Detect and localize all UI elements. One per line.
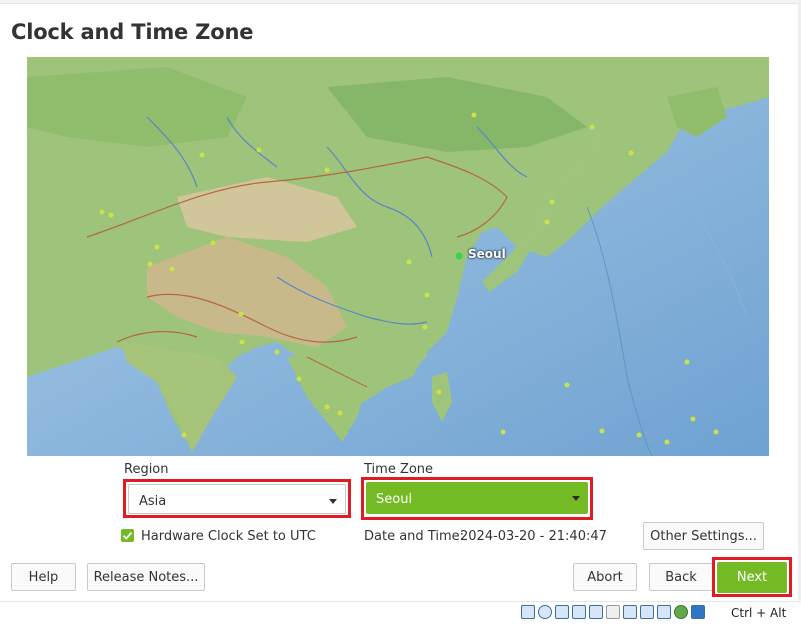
abort-button[interactable]: Abort (573, 563, 637, 591)
video-capture-icon[interactable] (640, 605, 654, 619)
chevron-down-icon (572, 496, 580, 501)
shared-folder-icon[interactable] (606, 605, 620, 619)
next-button[interactable]: Next (717, 562, 787, 593)
abort-button-label: Abort (587, 570, 623, 585)
date-time-label: Date and Time: (364, 529, 464, 544)
network-icon[interactable] (572, 605, 586, 619)
region-label: Region (124, 462, 169, 477)
hardware-clock-label[interactable]: Hardware Clock Set to UTC (141, 529, 316, 544)
release-notes-button[interactable]: Release Notes... (87, 563, 205, 591)
release-notes-button-label: Release Notes... (93, 570, 199, 585)
timezone-dropdown-value: Seoul (376, 492, 413, 507)
help-button[interactable]: Help (11, 563, 76, 591)
next-button-label: Next (736, 570, 768, 585)
map-image (27, 57, 769, 456)
back-button[interactable]: Back (649, 563, 713, 591)
region-dropdown-value: Asia (139, 494, 167, 509)
date-time-value: 2024-03-20 - 21:40:47 (460, 529, 607, 544)
cpu-icon[interactable] (674, 605, 688, 619)
recording-icon[interactable] (657, 605, 671, 619)
audio-icon[interactable] (555, 605, 569, 619)
window-top-edge (0, 0, 801, 4)
selected-city-label: Seoul (468, 247, 506, 261)
chevron-down-icon (329, 499, 337, 504)
optical-drive-icon[interactable] (538, 605, 552, 619)
vm-status-icons (521, 605, 705, 621)
help-button-label: Help (28, 570, 59, 585)
timezone-map[interactable]: Seoul (27, 57, 769, 456)
hard-disk-icon[interactable] (521, 605, 535, 619)
checkmark-icon (122, 531, 133, 540)
mouse-integration-icon[interactable] (691, 605, 705, 619)
other-settings-button[interactable]: Other Settings... (643, 522, 764, 550)
timezone-dropdown[interactable]: Seoul (366, 482, 588, 514)
display-icon[interactable] (623, 605, 637, 619)
back-button-label: Back (665, 570, 697, 585)
region-dropdown[interactable]: Asia (128, 484, 346, 514)
page-title: Clock and Time Zone (11, 20, 254, 44)
timezone-label: Time Zone (364, 462, 434, 477)
hardware-clock-checkbox[interactable] (121, 529, 134, 542)
other-settings-button-label: Other Settings... (650, 529, 757, 544)
host-key-label: Ctrl + Alt (731, 606, 787, 620)
usb-icon[interactable] (589, 605, 603, 619)
selected-city-marker[interactable] (455, 252, 463, 260)
